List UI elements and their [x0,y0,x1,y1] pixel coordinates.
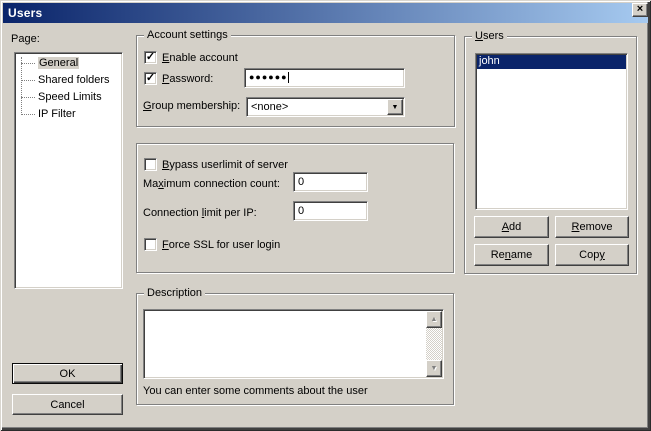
description-group-title: Description [144,286,205,300]
force-ssl-label: Force SSL for user login [162,239,280,251]
connection-limit-per-ip-input[interactable]: 0 [293,201,368,221]
group-membership-select[interactable]: <none> ▼ [246,97,405,117]
scroll-down-button[interactable]: ▼ [426,360,442,377]
window-title: Users [8,6,42,20]
users-dialog: Users × Page: General Shared folders Spe… [0,0,651,431]
connection-limits-group: Bypass userlimit of server Maximum conne… [136,143,454,273]
tree-item-ip-filter[interactable]: IP Filter [15,106,122,123]
connection-limit-per-ip-label: Connection limit per IP: [143,207,257,219]
close-icon: × [637,3,643,15]
bypass-userlimit-label: Bypass userlimit of server [162,159,288,171]
description-scrollbar[interactable]: ▲ ▼ [426,311,442,377]
copy-button[interactable]: Copy [555,244,629,266]
description-hint: You can enter some comments about the us… [143,385,368,397]
scrollbar-track[interactable] [426,328,442,360]
max-connection-count-input[interactable]: 0 [293,172,368,192]
cancel-button[interactable]: Cancel [12,394,123,415]
tree-item-shared-folders[interactable]: Shared folders [15,72,122,89]
group-membership-label: Group membership: [143,100,240,112]
description-input[interactable]: ▲ ▼ [143,309,444,379]
users-group: Users john Add Remove Rename Copy [464,36,637,274]
add-button[interactable]: Add [474,216,549,238]
list-item[interactable]: john [477,55,626,69]
max-connection-count-label: Maximum connection count: [143,178,280,190]
page-label: Page: [11,33,40,45]
chevron-down-icon[interactable]: ▼ [387,99,403,115]
force-ssl-checkbox[interactable] [144,238,157,251]
password-checkbox[interactable]: ✓ [144,72,157,85]
ok-button[interactable]: OK [12,363,123,384]
password-label: Password: [162,73,213,85]
account-settings-group-title: Account settings [144,28,231,42]
close-button[interactable]: × [632,3,648,17]
remove-button[interactable]: Remove [555,216,629,238]
text-caret [288,72,289,83]
enable-account-label: Enable account [162,52,238,64]
arrow-down-icon: ▼ [431,365,438,372]
checkmark-icon: ✓ [145,73,156,84]
description-group: Description ▲ ▼ You can enter some comme… [136,293,454,405]
users-list[interactable]: john [475,53,628,210]
account-settings-group: Account settings ✓ Enable account ✓ Pass… [136,35,455,127]
checkmark-icon: ✓ [145,52,156,63]
tree-item-general[interactable]: General [15,55,122,72]
enable-account-checkbox[interactable]: ✓ [144,51,157,64]
page-tree[interactable]: General Shared folders Speed Limits IP F… [14,52,123,289]
scroll-up-button[interactable]: ▲ [426,311,442,328]
bypass-userlimit-checkbox[interactable] [144,158,157,171]
arrow-up-icon: ▲ [431,316,438,323]
title-bar[interactable]: Users [3,3,648,23]
rename-button[interactable]: Rename [474,244,549,266]
tree-item-speed-limits[interactable]: Speed Limits [15,89,122,106]
password-input[interactable]: ●●●●●● [244,68,405,88]
users-group-title: Users [472,29,507,43]
